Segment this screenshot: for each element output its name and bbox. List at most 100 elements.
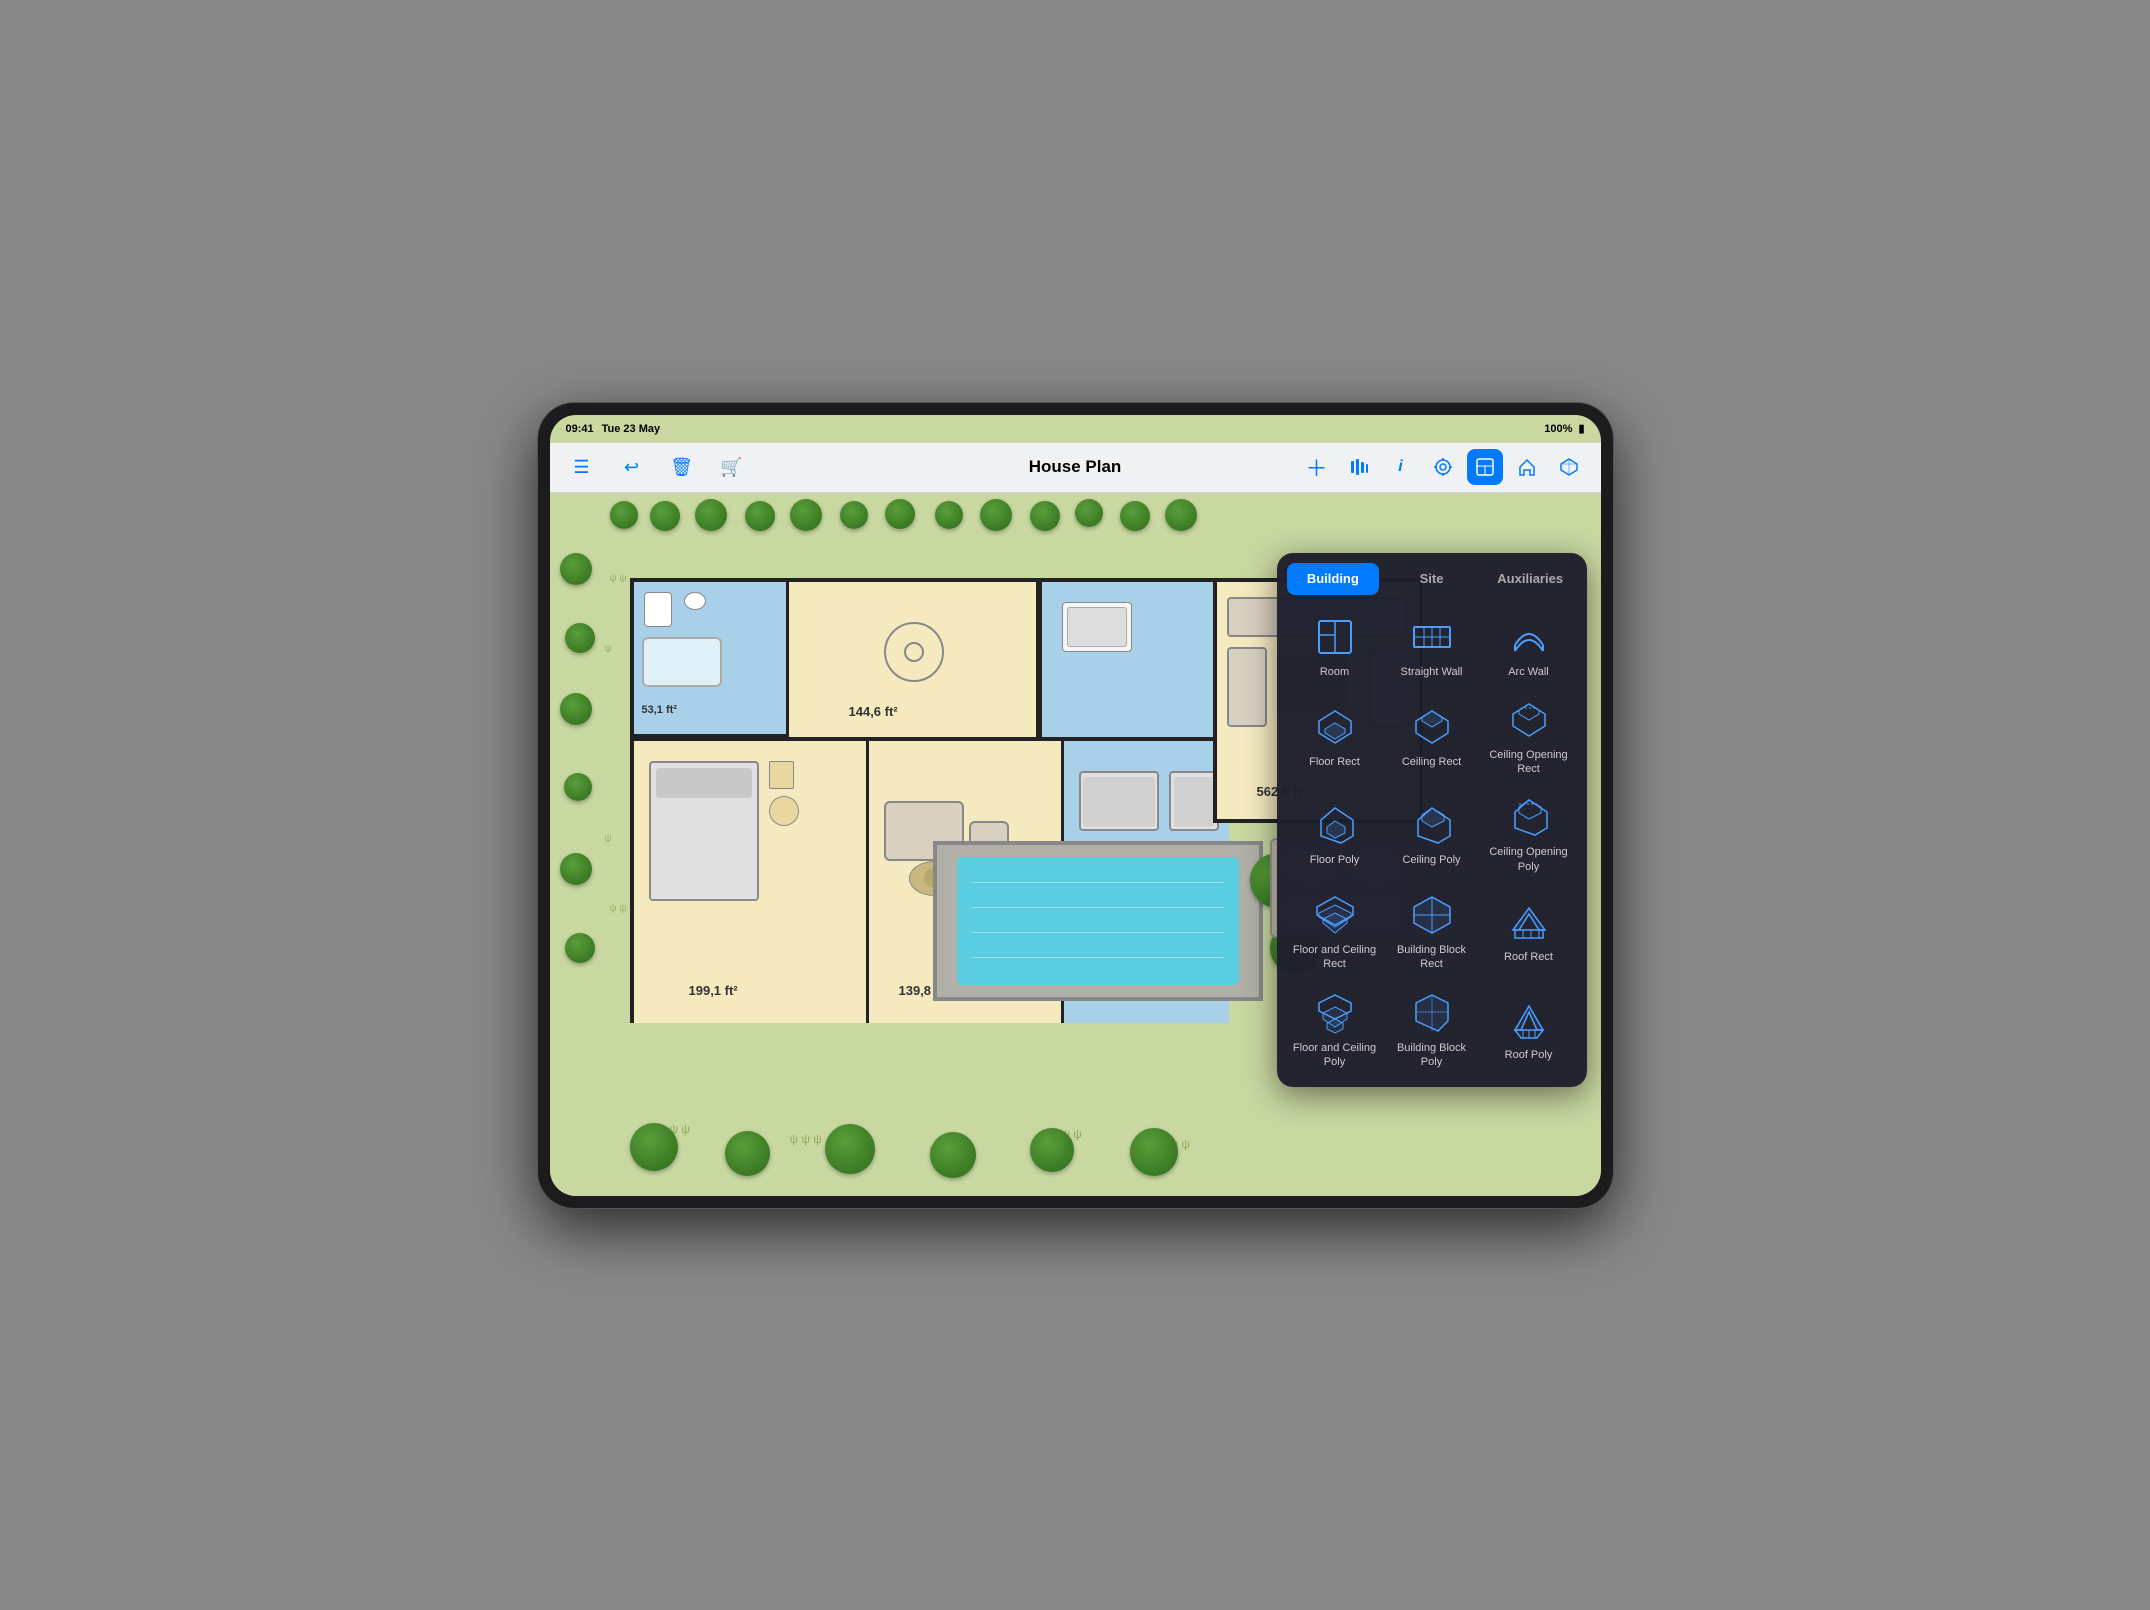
area-label-bedroom-left: 199,1 ft² [689, 983, 738, 998]
building-block-poly-label: Building Block Poly [1388, 1041, 1476, 1070]
room-icon [1313, 615, 1357, 659]
grid-item-ceiling-opening-poly[interactable]: Ceiling Opening Poly [1481, 785, 1577, 882]
toilet-fixture [644, 592, 672, 627]
floor-ceiling-poly-label: Floor and Ceiling Poly [1291, 1041, 1379, 1070]
bathroom-room: 53,1 ft² [634, 582, 789, 737]
ceiling-opening-rect-label: Ceiling Opening Rect [1485, 748, 1573, 777]
tree [560, 693, 592, 725]
arc-wall-icon [1507, 615, 1551, 659]
tree [1030, 501, 1060, 531]
grid-item-floor-ceiling-rect[interactable]: Floor and Ceiling Rect [1287, 883, 1383, 980]
armchair2 [1227, 647, 1267, 727]
tree [650, 501, 680, 531]
floor-rect-icon [1313, 705, 1357, 749]
add-button[interactable]: ＋ [1299, 449, 1335, 485]
ceiling-rect-icon [1410, 705, 1454, 749]
battery-text: 100% [1544, 423, 1572, 435]
straight-wall-icon [1410, 615, 1454, 659]
tree [695, 499, 727, 531]
building-block-poly-icon [1410, 991, 1454, 1035]
floor-poly-label: Floor Poly [1310, 853, 1360, 867]
tree-bottom [1030, 1128, 1074, 1172]
delete-button[interactable]: 🗑 [664, 449, 700, 485]
ceiling-opening-poly-label: Ceiling Opening Poly [1485, 845, 1573, 874]
grid-item-ceiling-opening-rect[interactable]: Ceiling Opening Rect [1481, 688, 1577, 785]
tree [565, 933, 595, 963]
tree [560, 853, 592, 885]
room-label: Room [1320, 665, 1349, 679]
floor-ceiling-rect-label: Floor and Ceiling Rect [1291, 943, 1379, 972]
tree-bottom [630, 1123, 678, 1171]
grass-mark: ψ [605, 833, 612, 844]
building-block-rect-label: Building Block Rect [1388, 943, 1476, 972]
roof-poly-icon [1507, 998, 1551, 1042]
area-label-hallway: 144,6 ft² [849, 704, 898, 719]
tree-bottom [930, 1132, 976, 1178]
floor-poly-icon [1313, 803, 1357, 847]
floorplan-button[interactable] [1467, 449, 1503, 485]
grid-item-roof-rect[interactable]: Roof Rect [1481, 883, 1577, 980]
tab-site[interactable]: Site [1385, 563, 1478, 595]
status-time: 09:41 [566, 423, 594, 435]
tab-auxiliaries[interactable]: Auxiliaries [1484, 563, 1577, 595]
light-fixture [884, 622, 944, 682]
tab-building[interactable]: Building [1287, 563, 1380, 595]
grid-item-arc-wall[interactable]: Arc Wall [1481, 605, 1577, 687]
ceiling-poly-icon [1410, 803, 1454, 847]
building-block-rect-icon [1410, 893, 1454, 937]
status-date: Tue 23 May [602, 423, 661, 435]
bed-fixture [1062, 602, 1132, 652]
house-button[interactable] [1509, 449, 1545, 485]
tree [565, 623, 595, 653]
grid-item-building-block-poly[interactable]: Building Block Poly [1384, 981, 1480, 1078]
grid-item-ceiling-rect[interactable]: Ceiling Rect [1384, 688, 1480, 785]
tree [840, 501, 868, 529]
grid-item-floor-poly[interactable]: Floor Poly [1287, 785, 1383, 882]
toolbar: ☰ ↩ 🗑 🛒 House Plan ＋ i [550, 443, 1601, 493]
grid-item-ceiling-poly[interactable]: Ceiling Poly [1384, 785, 1480, 882]
floor-rect-label: Floor Rect [1309, 755, 1360, 769]
tree [610, 501, 638, 529]
ceiling-opening-rect-icon [1507, 698, 1551, 742]
roof-rect-icon [1507, 900, 1551, 944]
arc-wall-label: Arc Wall [1508, 665, 1549, 679]
undo-button[interactable]: ↩ [614, 449, 650, 485]
tree [1165, 499, 1197, 531]
ipad-screen: 09:41 Tue 23 May 100% ▮ ☰ ↩ 🗑 🛒 House Pl… [550, 415, 1601, 1196]
grid-item-roof-poly[interactable]: Roof Poly [1481, 981, 1577, 1078]
table-fixture [769, 796, 799, 826]
grid-item-room[interactable]: Room [1287, 605, 1383, 687]
popup-panel: Building Site Auxiliaries [1277, 553, 1587, 1088]
tree [885, 499, 915, 529]
bed-small-fixture [1079, 771, 1159, 831]
cart-button[interactable]: 🛒 [714, 449, 750, 485]
library-button[interactable] [1341, 449, 1377, 485]
menu-button[interactable]: ☰ [564, 449, 600, 485]
grass-mark: ψ ψ ψ [790, 1132, 822, 1146]
popup-tabs: Building Site Auxiliaries [1277, 553, 1587, 595]
pool-water [957, 857, 1239, 985]
bedroom-left: 199,1 ft² [634, 741, 869, 1023]
tree [1120, 501, 1150, 531]
grid-item-floor-rect[interactable]: Floor Rect [1287, 688, 1383, 785]
grid-item-building-block-rect[interactable]: Building Block Rect [1384, 883, 1480, 980]
ceiling-rect-label: Ceiling Rect [1402, 755, 1461, 769]
hallway-top: 144,6 ft² [789, 582, 1039, 737]
info-button[interactable]: i [1383, 449, 1419, 485]
document-title: House Plan [1029, 457, 1122, 476]
grid-item-floor-ceiling-poly[interactable]: Floor and Ceiling Poly [1287, 981, 1383, 1078]
grid-item-straight-wall[interactable]: Straight Wall [1384, 605, 1480, 687]
pool-deck [933, 841, 1263, 1001]
popup-grid: Room Straight Wall [1277, 595, 1587, 1088]
3d-button[interactable] [1551, 449, 1587, 485]
tree-bottom [1130, 1128, 1178, 1176]
grass-mark: ψ ψ [610, 573, 627, 584]
tree [790, 499, 822, 531]
tree-bottom [725, 1131, 770, 1176]
canvas-area: ψ ψ ψ ψ ψ ψ ψ ψ ψ ψ ψ ψ ψ ψ ψ ψ ψ ψ 53,1… [550, 493, 1601, 1196]
bathtub-fixture [642, 637, 722, 687]
sink-fixture [684, 592, 706, 610]
target-button[interactable] [1425, 449, 1461, 485]
grass-mark: ψ [605, 643, 612, 654]
nightstand-fixture [769, 761, 794, 789]
